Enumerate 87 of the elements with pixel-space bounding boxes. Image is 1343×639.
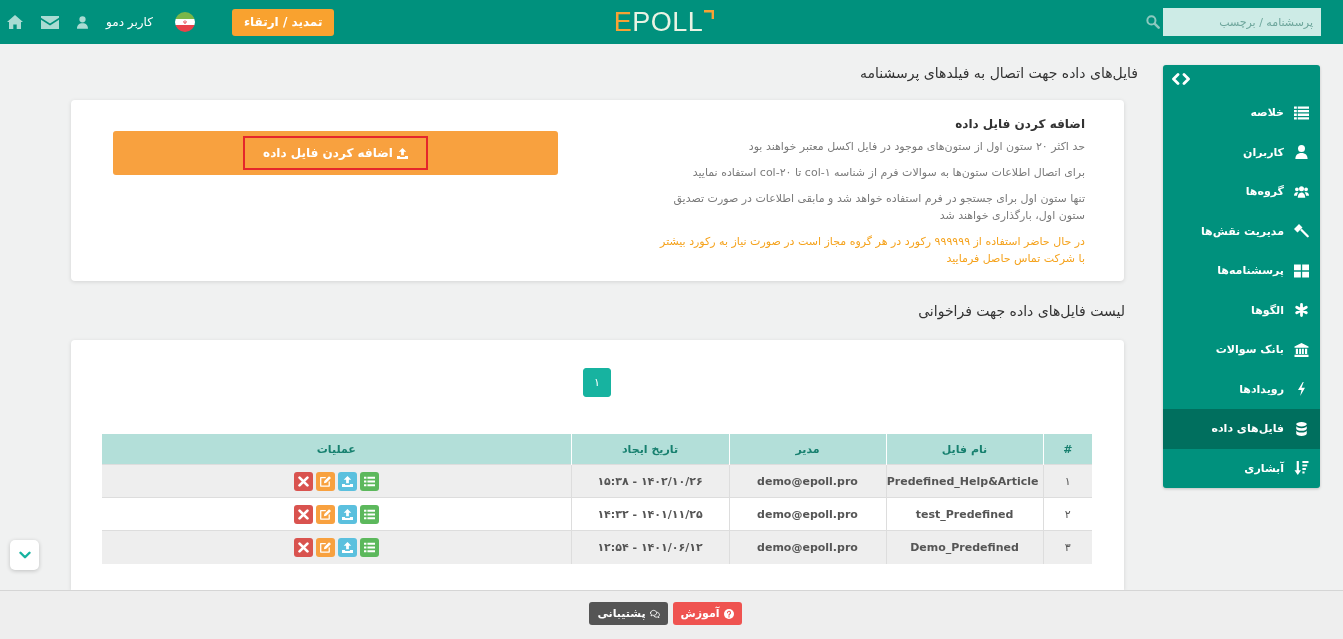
table-cell: demo@epoll.pro [729, 497, 886, 531]
table-cell: test_Predefined [886, 497, 1043, 531]
upload-icon [341, 508, 353, 520]
upload-button[interactable] [337, 471, 357, 491]
corner-mark-icon [704, 9, 715, 19]
scroll-down-button[interactable] [10, 540, 39, 570]
info-text: برای اتصال اطلاعات ستون‌ها به سوالات فرم از شناسه col-۱ تا col-۲۰ استفاده نمایید [691, 165, 1085, 181]
user-icon[interactable] [77, 15, 88, 29]
asterisk-icon [1294, 303, 1309, 318]
list-button[interactable] [359, 537, 379, 557]
delete-button[interactable] [293, 471, 313, 491]
user-name[interactable]: کاربر دمو [106, 15, 153, 29]
page-button[interactable]: ۱ [583, 368, 611, 397]
cross-icon [297, 508, 309, 520]
column-header: تاریخ ایجاد [571, 434, 729, 465]
edit-button[interactable] [315, 537, 335, 557]
delete-button[interactable] [293, 504, 313, 524]
user-icon [1294, 145, 1309, 160]
database-icon [1294, 421, 1309, 436]
list-icon [363, 508, 375, 520]
upload-icon [341, 475, 353, 487]
sidebar-item[interactable]: فایل‌های داده [1163, 409, 1320, 449]
table-cell: ۱۴۰۲/۱۰/۲۶ - ۱۵:۳۸ [571, 464, 729, 498]
upload-icon [396, 147, 408, 159]
question-circle-icon [723, 608, 734, 619]
section-title: لیست فایل‌های داده جهت فراخوانی [917, 303, 1125, 319]
list-button[interactable] [359, 471, 379, 491]
table-cell: demo@epoll.pro [729, 464, 886, 498]
gavel-icon [1294, 224, 1309, 239]
sidebar-item[interactable]: بانک سوالات [1163, 330, 1320, 370]
sidebar-item[interactable]: پرسشنامه‌ها [1163, 251, 1320, 291]
bank-icon [1294, 342, 1309, 357]
angle-brackets-icon[interactable] [1172, 73, 1190, 85]
cross-icon [297, 541, 309, 553]
upload-icon [341, 541, 353, 553]
list-icon [363, 475, 375, 487]
table-cell: ۱ [1043, 464, 1092, 498]
sidebar-item[interactable]: خلاصه [1163, 93, 1320, 133]
sort-descending-icon [1294, 461, 1309, 476]
upload-button[interactable] [337, 537, 357, 557]
sidebar-item[interactable]: آبشاری [1163, 448, 1320, 488]
chat-bubbles-icon [649, 608, 660, 619]
sidebar-item[interactable]: گروه‌ها [1163, 172, 1320, 212]
sidebar-item[interactable]: مدیریت نقش‌ها [1163, 211, 1320, 251]
table-cell: ۱۴۰۱/۱۱/۲۵ - ۱۴:۳۲ [571, 497, 729, 531]
search-icon[interactable] [1146, 15, 1160, 29]
column-header: مدیر [729, 434, 886, 465]
flag-icon[interactable] [174, 12, 195, 32]
upload-button[interactable] [337, 504, 357, 524]
card-heading: اضافه کردن فایل داده [954, 116, 1085, 132]
table-cell: ۳ [1043, 530, 1092, 564]
table-cell: demo@epoll.pro [729, 530, 886, 564]
edit-icon [319, 508, 331, 520]
table-cell: ۱۴۰۱/۰۶/۱۲ - ۱۲:۵۴ [571, 530, 729, 564]
list-button[interactable] [359, 504, 379, 524]
list-icon [363, 541, 375, 553]
search-field[interactable]: پرسشنامه / برچسب [1163, 8, 1321, 36]
list-icon [1294, 105, 1309, 120]
info-text: حد اکثر ۲۰ ستون اول از ستون‌های موجود در فایل اکسل معتبر خواهند بود [747, 139, 1085, 155]
help-button[interactable]: آموزش [672, 602, 742, 625]
table-cell: Predefined_Help&Article [886, 464, 1043, 498]
column-header: # [1043, 434, 1092, 465]
sidebar-item[interactable]: الگوها [1163, 290, 1320, 330]
upgrade-button[interactable]: تمدید / ارتقاء [231, 8, 335, 36]
logo-text: EPOLL [613, 8, 704, 36]
page-title: فایل‌های داده جهت اتصال به فیلدهای پرسشنامه [859, 65, 1138, 81]
edit-button[interactable] [315, 504, 335, 524]
column-header: نام فایل [886, 434, 1043, 465]
edit-icon [319, 475, 331, 487]
column-header: عملیات [102, 434, 571, 465]
users-icon [1294, 184, 1309, 199]
table-cell: ۲ [1043, 497, 1092, 531]
edit-button[interactable] [315, 471, 335, 491]
envelope-icon[interactable] [41, 15, 59, 29]
delete-button[interactable] [293, 537, 313, 557]
sidebar-item[interactable]: کاربران [1163, 132, 1320, 172]
edit-icon [319, 541, 331, 553]
home-icon[interactable] [7, 15, 23, 29]
cross-icon [297, 475, 309, 487]
warning-text: در حال حاضر استفاده از ۹۹۹۹۹۹ رکورد در هر گروه مجاز است در صورت نیاز به رکورد بیشتر با شرکت تماس حاصل فرمایید [658, 234, 1085, 267]
sidebar-item[interactable]: رویدادها [1163, 369, 1320, 409]
add-data-file-button[interactable]: اضافه کردن فایل داده [113, 131, 558, 175]
support-button[interactable]: پشتیبانی [589, 602, 668, 625]
chevron-down-icon [18, 551, 31, 559]
info-text: تنها ستون اول برای جستجو در فرم استفاده خواهد شد و مابقی اطلاعات در صورت تصدیق ستون اول، بارگذاری خواهند شد [672, 191, 1085, 224]
table-cell: Demo_Predefined [886, 530, 1043, 564]
grid-icon [1294, 263, 1309, 278]
